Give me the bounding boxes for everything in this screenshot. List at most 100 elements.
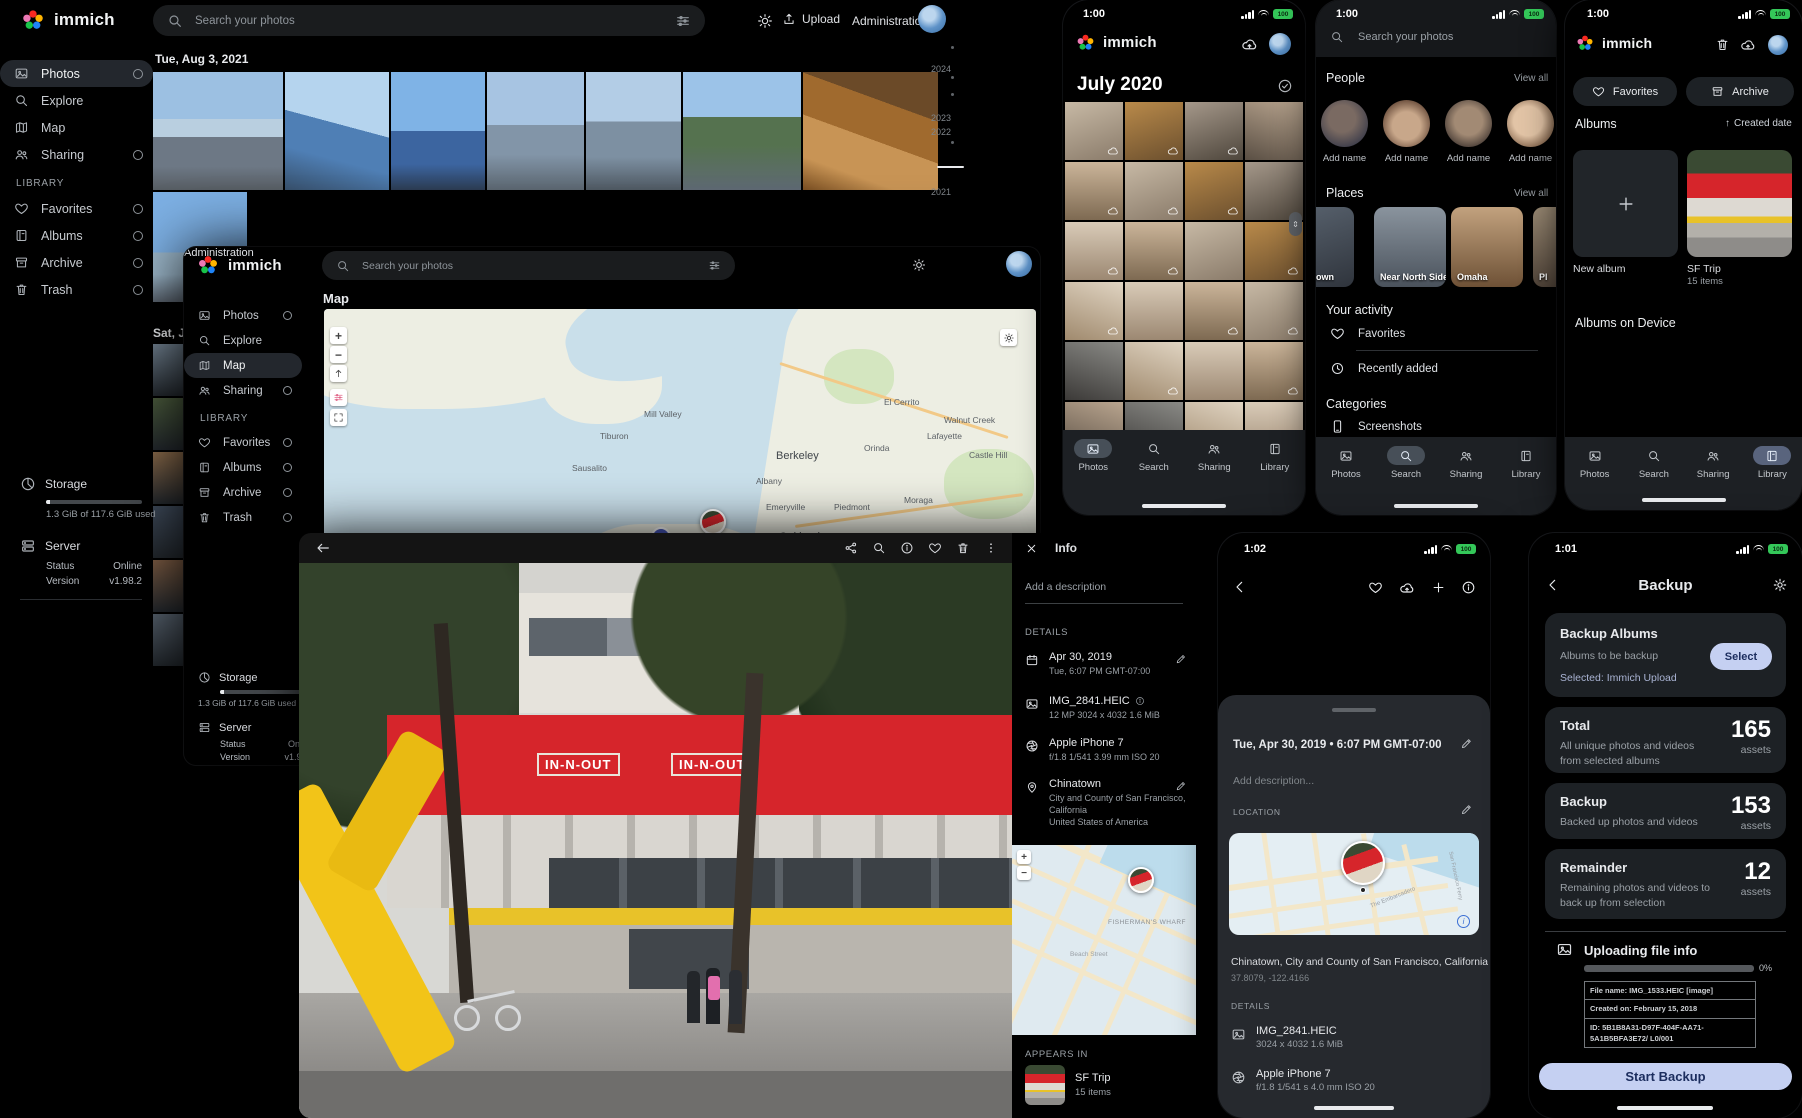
nav-search[interactable]: Search [1628,446,1680,480]
places-view-all-link[interactable]: View all [1514,188,1548,199]
place-card[interactable]: Chinatown [1316,207,1354,287]
select-all-check-icon[interactable] [1277,78,1293,94]
photo-thumbnail[interactable] [153,452,183,504]
location-map[interactable]: The Embarcadero San Francisco Ferry i [1229,833,1479,935]
map-photo-marker[interactable] [1341,841,1385,885]
scroll-thumb[interactable]: ⇕ [1289,212,1302,236]
select-button[interactable]: Select [1710,643,1772,670]
sidebar-item-sharing[interactable]: Sharing [0,141,153,168]
recently-added-row[interactable]: Recently added [1330,361,1438,376]
photo-thumbnail[interactable] [1065,222,1123,280]
home-indicator[interactable] [1314,1106,1394,1110]
user-avatar[interactable] [918,5,946,33]
nav-photos[interactable]: Photos [1067,439,1119,473]
favorite-heart-icon[interactable] [1368,580,1383,595]
photo-thumbnail[interactable] [1065,102,1123,160]
cloud-sync-icon[interactable] [1740,37,1756,53]
map-zoom-out-button[interactable]: − [330,346,347,363]
filter-sliders-icon[interactable] [675,13,691,29]
map-zoom-in-button[interactable]: + [330,327,347,344]
filter-sliders-icon[interactable] [708,259,721,272]
administration-link[interactable]: Administration [852,14,928,28]
photo-thumbnail[interactable] [153,344,183,396]
photo-thumbnail[interactable] [1185,342,1243,400]
map-photo-marker[interactable] [1128,867,1154,893]
photo-thumbnail[interactable] [1245,342,1303,400]
place-card[interactable]: Near North Side [1374,207,1446,287]
user-avatar[interactable] [1768,35,1788,55]
sidebar-item-favorites[interactable]: Favorites [0,195,153,222]
photo-thumbnail[interactable] [1065,342,1123,400]
photo-thumbnail[interactable] [1185,162,1243,220]
nav-library[interactable]: Library [1249,439,1301,473]
photo-thumbnail[interactable] [1245,102,1303,160]
cloud-sync-icon[interactable] [1241,36,1258,53]
photo-thumbnail[interactable] [683,72,801,190]
photo-thumbnail[interactable] [1185,102,1243,160]
photo-thumbnail[interactable] [1125,282,1183,340]
people-view-all-link[interactable]: View all [1514,73,1548,84]
add-plus-icon[interactable] [1431,580,1446,595]
nav-library[interactable]: Library [1746,446,1798,480]
photo-thumbnail[interactable] [153,72,283,190]
start-backup-button[interactable]: Start Backup [1539,1063,1792,1090]
scrubber-handle[interactable] [937,166,964,168]
sidebar-item-map[interactable]: Map [184,353,302,378]
map-settings-gear-icon[interactable] [1000,329,1017,346]
photo-thumbnail[interactable] [1125,342,1183,400]
cloud-upload-icon[interactable] [1399,580,1415,596]
info-icon[interactable] [1135,696,1145,706]
settings-gear-icon[interactable] [1772,577,1788,593]
sidebar-item-archive[interactable]: Archive [184,480,302,505]
location-map[interactable]: FISHERMAN'S WHARF Beach Street + − [1012,845,1196,1035]
photo-thumbnail[interactable] [391,72,485,190]
nav-sharing[interactable]: Sharing [1440,446,1492,480]
edit-location-pencil-icon[interactable] [1175,780,1187,792]
place-card[interactable]: Pl [1533,207,1556,287]
photo-thumbnail[interactable] [1065,162,1123,220]
search-input[interactable]: Search your photos [322,251,735,280]
map-heatmap-button[interactable] [330,389,347,406]
back-arrow-icon[interactable] [315,540,331,556]
nav-library[interactable]: Library [1500,446,1552,480]
user-avatar[interactable] [1269,33,1291,55]
sidebar-item-favorites[interactable]: Favorites [184,430,302,455]
home-indicator[interactable] [1617,1106,1713,1110]
details-sheet[interactable]: Tue, Apr 30, 2019 • 6:07 PM GMT-07:00 Ad… [1218,695,1490,1118]
nav-photos[interactable]: Photos [1320,446,1372,480]
screenshots-row[interactable]: Screenshots [1330,419,1422,434]
map-zoom-in-button[interactable]: + [1017,850,1031,864]
map-attribution-icon[interactable]: i [1457,915,1470,928]
map-fullscreen-button[interactable] [330,409,347,426]
sidebar-item-archive[interactable]: Archive [0,249,153,276]
theme-toggle-icon[interactable] [912,258,926,272]
administration-link[interactable]: Administration [184,247,254,259]
sidebar-item-albums[interactable]: Albums [184,455,302,480]
trash-icon[interactable] [1715,37,1730,52]
more-options-icon[interactable] [984,541,998,555]
favorites-row[interactable]: Favorites [1330,326,1405,341]
photo-thumbnail[interactable] [1125,402,1183,430]
home-indicator[interactable] [1394,504,1478,508]
albums-sort-button[interactable]: ↑Created date [1725,118,1792,129]
share-icon[interactable] [844,541,858,555]
photo-thumbnail[interactable] [1245,402,1303,430]
photo-thumbnail[interactable] [487,72,584,190]
upload-button[interactable]: Upload [782,12,840,26]
photo-thumbnail[interactable] [1065,282,1123,340]
photo-thumbnail[interactable] [285,72,389,190]
edit-location-pencil-icon[interactable] [1460,803,1473,816]
sidebar-item-explore[interactable]: Explore [0,87,153,114]
photo-thumbnail[interactable] [1185,282,1243,340]
close-icon[interactable] [1025,542,1038,555]
edit-date-pencil-icon[interactable] [1175,653,1187,665]
sidebar-item-albums[interactable]: Albums [0,222,153,249]
photo-thumbnail[interactable] [1065,402,1123,430]
album-card-sf-trip[interactable] [1687,150,1792,257]
archive-button[interactable]: Archive [1686,77,1794,106]
photo-thumbnail[interactable] [1185,402,1243,430]
info-icon[interactable] [1461,580,1476,595]
photo-thumbnail[interactable] [153,614,183,666]
nav-search[interactable]: Search [1128,439,1180,473]
photo-thumbnail[interactable] [803,72,938,190]
